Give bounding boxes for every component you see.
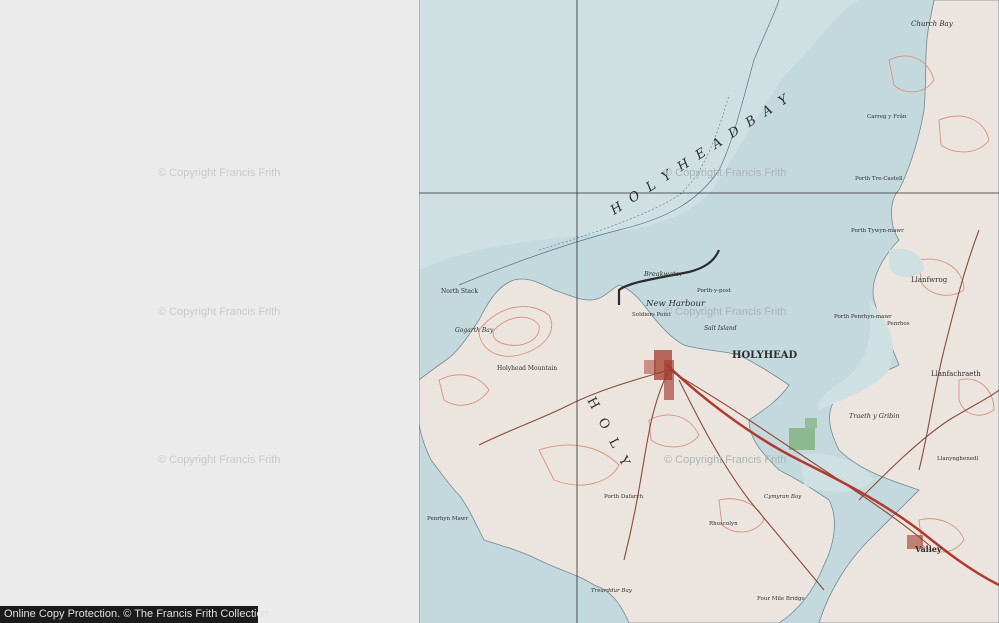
label-cymyran-bay: Cymyran Bay bbox=[764, 494, 802, 500]
label-four-mile-bridge: Four Mile Bridge bbox=[757, 596, 805, 602]
label-north-stack: North Stack bbox=[441, 288, 478, 295]
label-holyhead-town: HOLYHEAD bbox=[732, 350, 798, 361]
label-penrhyn-mawr: Penrhyn Mawr bbox=[427, 516, 468, 522]
watermark-text: © Copyright Francis Frith bbox=[664, 306, 787, 318]
watermark-panel: © Copyright Francis Frith © Copyright Fr… bbox=[0, 0, 419, 623]
label-porth-penrhyn-mawr: Porth Penrhyn-mawr bbox=[834, 314, 892, 320]
label-penrhos: Penrhos bbox=[887, 321, 910, 327]
watermark-text: © Copyright Francis Frith bbox=[664, 454, 787, 466]
label-traeth-y-gribin: Traeth y Gribin bbox=[849, 412, 900, 420]
label-breakwater: Breakwater bbox=[643, 270, 683, 278]
label-salt-island: Salt Island bbox=[704, 325, 737, 332]
label-valley: Valley bbox=[914, 544, 942, 554]
label-holyhead-mountain: Holyhead Mountain bbox=[497, 365, 557, 372]
watermark-text: © Copyright Francis Frith bbox=[158, 454, 281, 466]
page: © Copyright Francis Frith © Copyright Fr… bbox=[0, 0, 999, 623]
label-church-bay: Church Bay bbox=[911, 20, 954, 28]
map-image[interactable]: H O L Y H E A D B A Y HOLYHEAD H O L Y N… bbox=[419, 0, 999, 623]
watermark-text: © Copyright Francis Frith bbox=[664, 167, 787, 179]
footer-credit: Online Copy Protection. © The Francis Fr… bbox=[0, 606, 269, 623]
label-llanynghenedl: Llanynghenedl bbox=[937, 456, 979, 462]
label-trearddur-bay: Trearddur Bay bbox=[591, 588, 633, 594]
label-llanfachraeth: Llanfachraeth bbox=[931, 370, 981, 378]
label-porth-dafarch: Porth Dafarch bbox=[604, 494, 644, 500]
watermark-text: © Copyright Francis Frith bbox=[158, 167, 281, 179]
label-porth-tywyn-mawr: Porth Tywyn-mawr bbox=[851, 228, 904, 234]
label-llanfwrog: Llanfwrog bbox=[911, 276, 948, 284]
label-gogarth-bay: Gogarth Bay bbox=[455, 327, 494, 334]
label-porth-trecastell: Porth Tre-Castell bbox=[855, 176, 903, 182]
label-rhoscolyn: Rhoscolyn bbox=[709, 521, 738, 527]
watermark-text: © Copyright Francis Frith bbox=[158, 306, 281, 318]
label-porth-y-post: Porth-y-post bbox=[697, 288, 732, 294]
label-carreg-y-fran: Carreg y Frân bbox=[867, 113, 907, 120]
